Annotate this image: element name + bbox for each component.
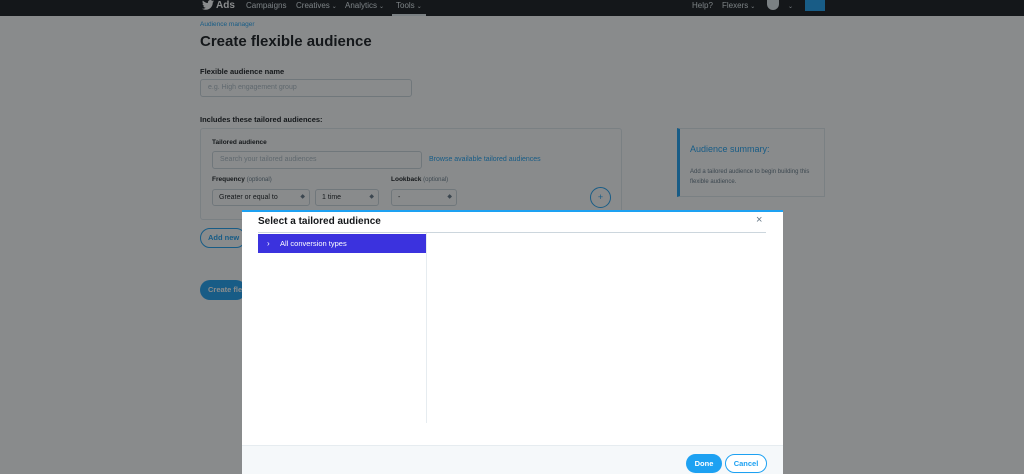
close-icon[interactable]: ×: [756, 214, 762, 226]
modal-title: Select a tailored audience: [258, 216, 381, 227]
tree-item-label: All conversion types: [280, 239, 347, 248]
cancel-button[interactable]: Cancel: [725, 454, 767, 473]
chevron-right-icon: ›: [267, 239, 270, 248]
select-tailored-audience-modal: Select a tailored audience × › All conve…: [242, 210, 783, 474]
modal-footer: Done Cancel: [242, 445, 783, 474]
done-button[interactable]: Done: [686, 454, 722, 473]
tree-item-all-conversion-types[interactable]: › All conversion types: [258, 234, 426, 253]
audience-tree: › All conversion types: [258, 233, 427, 423]
